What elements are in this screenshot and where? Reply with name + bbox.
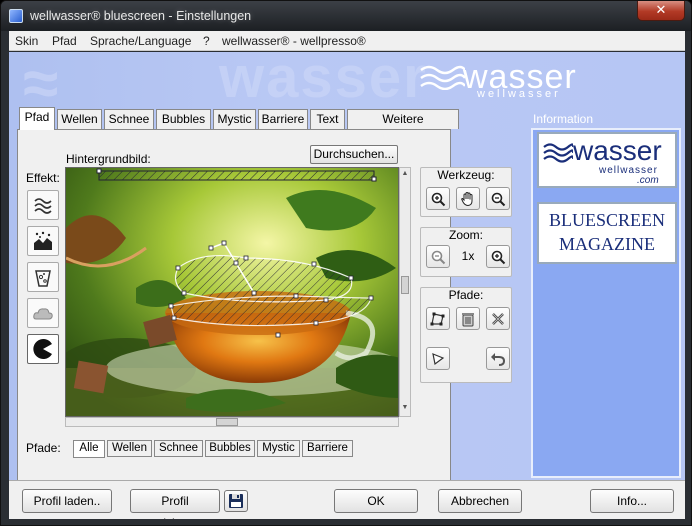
pacman-icon xyxy=(33,339,52,359)
tab-weitere-einstellungen[interactable]: Weitere Einstellungen xyxy=(347,109,459,144)
zoom-label: Zoom: xyxy=(448,228,483,242)
menu-pfad[interactable]: Pfad xyxy=(52,34,77,48)
close-x-icon xyxy=(492,313,504,325)
pan-tool-button[interactable] xyxy=(456,187,480,210)
tab-text[interactable]: Text xyxy=(310,109,345,129)
effect-wave-button[interactable] xyxy=(27,190,59,220)
window-title: wellwasser® bluescreen - Einstellungen xyxy=(30,9,252,23)
zoom-out-button[interactable] xyxy=(426,245,450,268)
magnifier-plus-icon xyxy=(491,250,506,265)
path-tab-schnee[interactable]: Schnee xyxy=(154,440,203,457)
ad-magazine-line2: MAGAZINE xyxy=(559,234,655,254)
background-watermark-word: wasser xyxy=(219,52,428,110)
snow-icon xyxy=(34,231,52,250)
tab-mystic[interactable]: Mystic xyxy=(213,109,256,129)
tab-bubbles[interactable]: Bubbles xyxy=(156,109,211,129)
ad-logo-word: wasser xyxy=(573,135,662,166)
effect-mystic-button[interactable] xyxy=(27,298,59,328)
background-image-canvas[interactable] xyxy=(65,167,399,417)
information-label: Information xyxy=(533,112,594,126)
bottom-button-bar: Profil laden.. Profil speichern... OK Ab… xyxy=(9,480,685,519)
zoom-in-button[interactable] xyxy=(486,245,510,268)
undo-button[interactable] xyxy=(486,347,510,370)
menu-help[interactable]: ? xyxy=(203,34,210,48)
load-profile-button[interactable]: Profil laden.. xyxy=(22,489,112,513)
zoom-level: 1x xyxy=(461,249,475,263)
path-tab-bubbles[interactable]: Bubbles xyxy=(205,440,255,457)
path-tab-alle[interactable]: Alle xyxy=(73,440,105,458)
menu-skin[interactable]: Skin xyxy=(15,34,38,48)
cloud-icon xyxy=(33,308,53,320)
bluescreen-magazine-ad[interactable]: BLUESCREEN MAGAZINE xyxy=(537,202,677,264)
zoom-out-tool-button[interactable] xyxy=(486,187,510,210)
bubbles-icon xyxy=(35,270,51,287)
pfade-group-label: Pfade: xyxy=(448,288,484,302)
delete-path-button[interactable] xyxy=(456,307,480,330)
settings-window: wellwasser® bluescreen - Einstellungen ✕… xyxy=(0,0,692,526)
tab-pfad[interactable]: Pfad xyxy=(19,107,55,130)
horizontal-scroll-thumb[interactable] xyxy=(216,418,238,426)
effect-snow-button[interactable] xyxy=(27,226,59,256)
scroll-up-icon[interactable]: ▲ xyxy=(401,170,409,178)
tea-cup-image xyxy=(66,168,398,416)
vertical-scroll-thumb[interactable] xyxy=(401,276,409,294)
path-direction-button[interactable] xyxy=(426,347,450,370)
trash-icon xyxy=(462,313,474,327)
pfade-label: Pfade: xyxy=(26,441,61,455)
path-tab-wellen[interactable]: Wellen xyxy=(107,440,152,457)
triangle-flag-icon xyxy=(432,353,445,366)
clear-path-button[interactable] xyxy=(486,307,510,330)
horizontal-scrollbar[interactable] xyxy=(65,417,399,427)
path-nodes-icon xyxy=(430,312,445,326)
wave-logo-icon xyxy=(543,143,573,163)
client-area: ≈ wasser wasser wellwasser Pfad Wellen S… xyxy=(9,52,685,519)
floppy-disk-icon xyxy=(229,494,243,508)
path-tab-barriere[interactable]: Barriere xyxy=(302,440,353,457)
wave-icon xyxy=(34,198,52,214)
magnifier-minus-icon xyxy=(431,250,446,265)
menu-language[interactable]: Sprache/Language xyxy=(90,34,191,48)
ok-button[interactable]: OK xyxy=(334,489,418,513)
magnifier-plus-icon xyxy=(431,192,446,207)
background-image-label: Hintergrundbild: xyxy=(66,152,151,166)
save-profile-button[interactable]: Profil speichern... xyxy=(130,489,220,519)
hand-icon xyxy=(461,191,473,207)
tab-wellen[interactable]: Wellen xyxy=(57,109,102,129)
path-tab-mystic[interactable]: Mystic xyxy=(257,440,300,457)
tab-barriere[interactable]: Barriere xyxy=(258,109,308,129)
cancel-button[interactable]: Abbrechen xyxy=(438,489,522,513)
zoom-in-tool-button[interactable] xyxy=(426,187,450,210)
tab-schnee[interactable]: Schnee xyxy=(104,109,154,129)
magnifier-minus-icon xyxy=(491,192,506,207)
menu-wellwasser[interactable]: wellwasser® - wellpresso® xyxy=(222,34,366,48)
menu-bar: Skin Pfad Sprache/Language ? wellwasser®… xyxy=(9,31,685,51)
save-disk-button[interactable] xyxy=(224,490,248,512)
werkzeug-label: Werkzeug: xyxy=(437,168,495,182)
title-bar[interactable]: wellwasser® bluescreen - Einstellungen ✕ xyxy=(1,1,691,31)
undo-icon xyxy=(491,353,506,366)
close-button[interactable]: ✕ xyxy=(637,1,685,21)
browse-button[interactable]: Durchsuchen... xyxy=(310,145,398,164)
wellwasser-ad[interactable]: wasser wellwasser .com xyxy=(537,132,677,188)
wellwasser-logo: wasser wellwasser xyxy=(419,54,579,106)
ad-logo-domain: .com xyxy=(637,175,659,186)
app-icon xyxy=(9,9,23,23)
wave-logo-icon xyxy=(420,65,465,90)
effekt-label: Effekt: xyxy=(26,171,60,185)
scroll-down-icon[interactable]: ▼ xyxy=(401,404,409,412)
logo-subtitle: wellwasser xyxy=(477,88,561,100)
info-button[interactable]: Info... xyxy=(590,489,674,513)
information-panel: wasser wellwasser .com BLUESCREEN MAGAZI… xyxy=(531,128,681,478)
pfad-panel: Effekt: Hintergrundbild: Durchsuchen... … xyxy=(17,129,512,481)
edit-path-button[interactable] xyxy=(426,307,450,330)
effect-barrier-button[interactable] xyxy=(27,334,59,364)
effect-bubbles-button[interactable] xyxy=(27,262,59,292)
ad-magazine-line1: BLUESCREEN xyxy=(548,210,665,230)
vertical-scrollbar[interactable]: ▲ ▼ xyxy=(399,167,411,417)
